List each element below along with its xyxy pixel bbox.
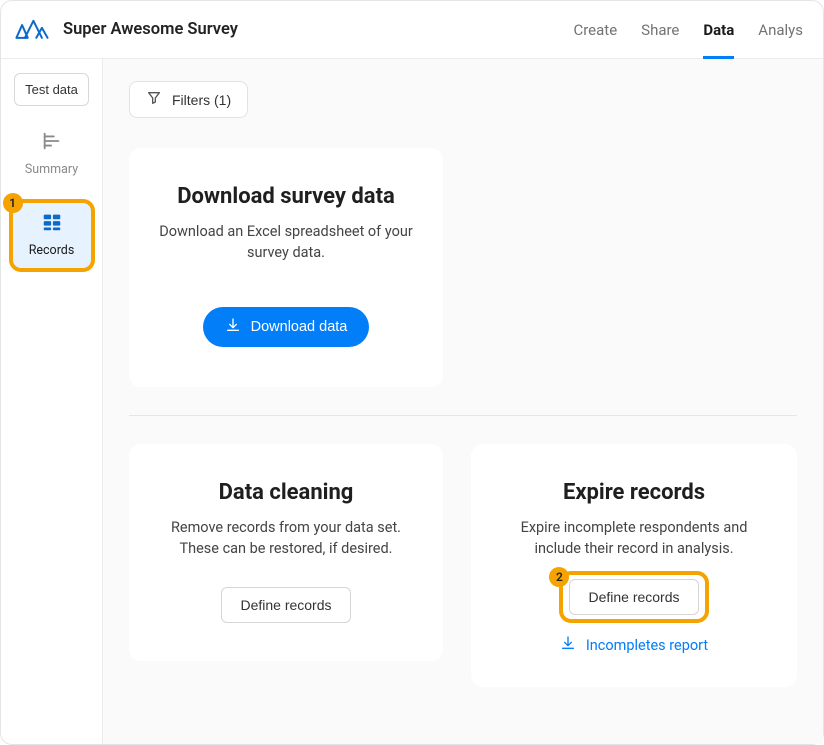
section-divider [129, 415, 797, 416]
callout-badge-2: 2 [549, 567, 569, 587]
filters-label: Filters (1) [172, 92, 231, 108]
card-expire-records: Expire records Expire incomplete respond… [471, 444, 797, 687]
incompletes-report-label: Incompletes report [586, 637, 708, 654]
card-download: Download survey data Download an Excel s… [129, 148, 443, 387]
survey-title: Super Awesome Survey [63, 20, 238, 39]
logo-icon [15, 18, 49, 42]
card-desc: Download an Excel spreadsheet of your su… [157, 221, 415, 263]
card-desc: Expire incomplete respondents and includ… [499, 517, 769, 559]
download-data-button[interactable]: Download data [203, 307, 370, 347]
card-title: Data cleaning [157, 480, 415, 505]
download-icon [560, 635, 576, 655]
tab-data[interactable]: Data [703, 5, 734, 55]
card-data-cleaning: Data cleaning Remove records from your d… [129, 444, 443, 661]
card-row: Data cleaning Remove records from your d… [129, 444, 797, 687]
card-title: Expire records [499, 480, 769, 505]
sidebar-item-label: Records [29, 243, 75, 258]
bar-chart-icon [41, 130, 63, 156]
sidebar-item-label: Summary [25, 162, 78, 177]
define-records-button-cleaning[interactable]: Define records [221, 587, 350, 623]
app-header: Super Awesome Survey Create Share Data A… [1, 1, 823, 59]
define-records-button-expire[interactable]: Define records [569, 579, 698, 615]
callout-2: Define records 2 [569, 579, 698, 615]
test-data-button[interactable]: Test data [14, 73, 89, 106]
main-content: Filters (1) Download survey data Downloa… [103, 59, 823, 744]
tab-share[interactable]: Share [641, 5, 679, 55]
sidebar-item-summary[interactable]: Summary [13, 122, 91, 187]
filters-button[interactable]: Filters (1) [129, 81, 248, 118]
download-button-label: Download data [251, 319, 348, 335]
sidebar-item-records[interactable]: Records [13, 203, 91, 268]
filter-icon [146, 90, 162, 109]
tab-analysis[interactable]: Analys [758, 5, 803, 55]
callout-badge-1: 1 [3, 193, 23, 213]
tab-create[interactable]: Create [573, 5, 617, 55]
card-desc: Remove records from your data set. These… [157, 517, 415, 559]
top-tabs: Create Share Data Analys [573, 5, 803, 55]
card-title: Download survey data [157, 184, 415, 209]
records-grid-icon [41, 211, 63, 237]
sidebar: Test data Summary [1, 59, 103, 744]
callout-1: Records 1 [13, 203, 91, 268]
incompletes-report-link[interactable]: Incompletes report [560, 635, 708, 655]
download-icon [225, 317, 241, 337]
